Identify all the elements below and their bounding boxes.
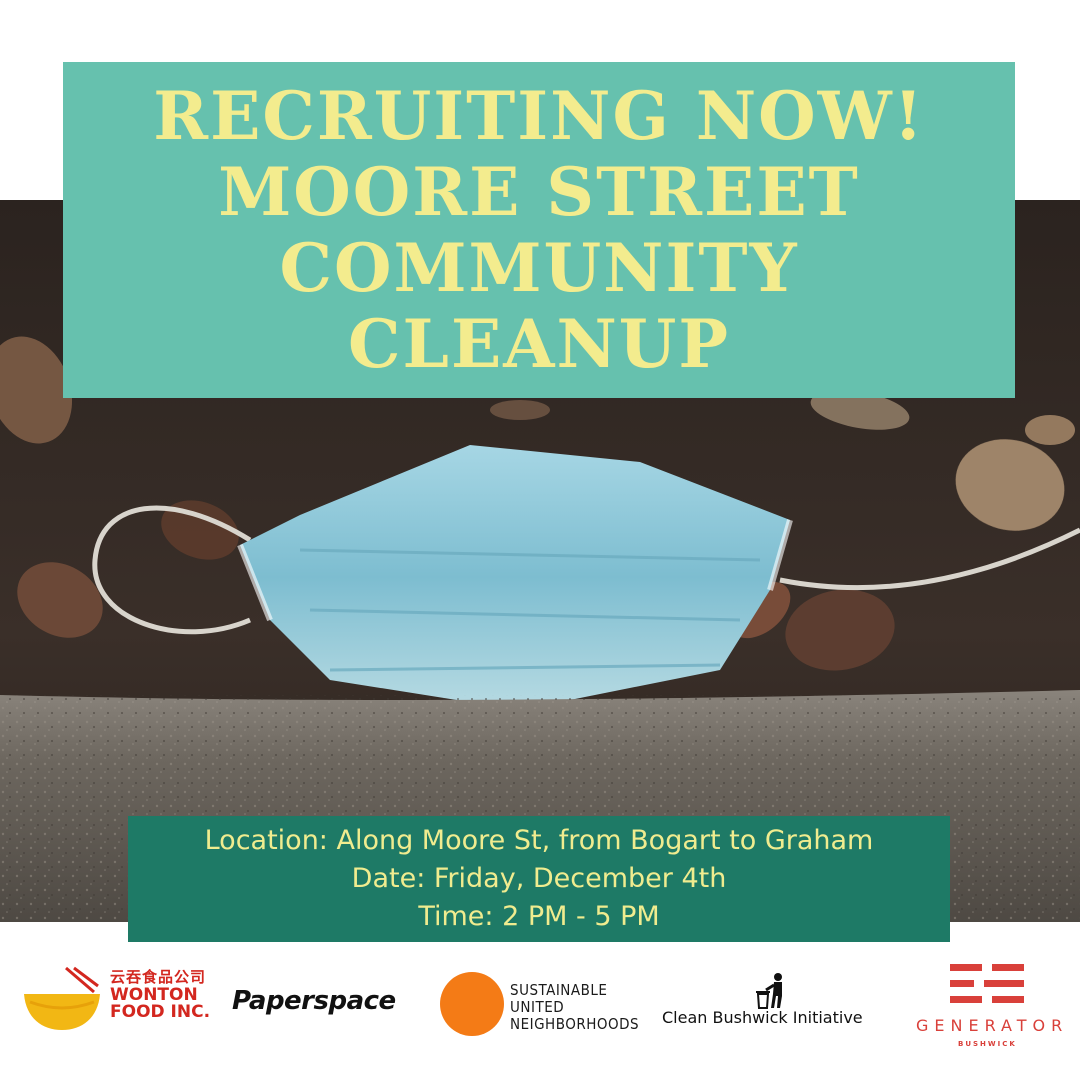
wonton-food-logo: 云吞食品公司 WONTON FOOD INC. [22,966,222,1036]
title-line-3: COMMUNITY [279,229,799,307]
clean-bushwick-logo: Clean Bushwick Initiative [662,972,882,1032]
orange-circle-icon [440,972,504,1036]
event-location: Location: Along Moore St, from Bogart to… [204,825,874,856]
title-line-1: RECRUITING NOW! [153,77,925,155]
title-panel: RECRUITING NOW! MOORE STREET COMMUNITY C… [63,62,1015,398]
sun-line1: SUSTAINABLE [510,981,608,999]
sun-logo: SUSTAINABLE UNITED NEIGHBORHOODS [438,970,648,1042]
paperspace-logo: Paperspace [232,986,396,1016]
wonton-chinese-name: 云吞食品公司 [110,968,207,986]
noodle-bowl-icon [24,966,100,1030]
sun-line3: NEIGHBORHOODS [510,1015,640,1033]
generator-bars-icon [950,964,1024,1003]
event-date: Date: Friday, December 4th [351,863,727,894]
event-details-panel: Location: Along Moore St, from Bogart to… [128,816,950,942]
trash-person-icon [756,973,782,1009]
generator-logo: GENERATOR BUSHWICK [916,964,1062,1054]
wonton-name-line2: FOOD INC. [110,1002,211,1022]
title-line-4: CLEANUP [348,305,730,383]
event-time: Time: 2 PM - 5 PM [418,901,660,932]
cbi-name: Clean Bushwick Initiative [662,1008,863,1027]
sponsor-logos: 云吞食品公司 WONTON FOOD INC. Paperspace SUSTA… [0,942,1080,1080]
generator-sub: BUSHWICK [958,1040,1017,1048]
title-line-2: MOORE STREET [218,153,860,231]
sun-line2: UNITED [510,998,565,1016]
generator-name: GENERATOR [916,1016,1069,1035]
